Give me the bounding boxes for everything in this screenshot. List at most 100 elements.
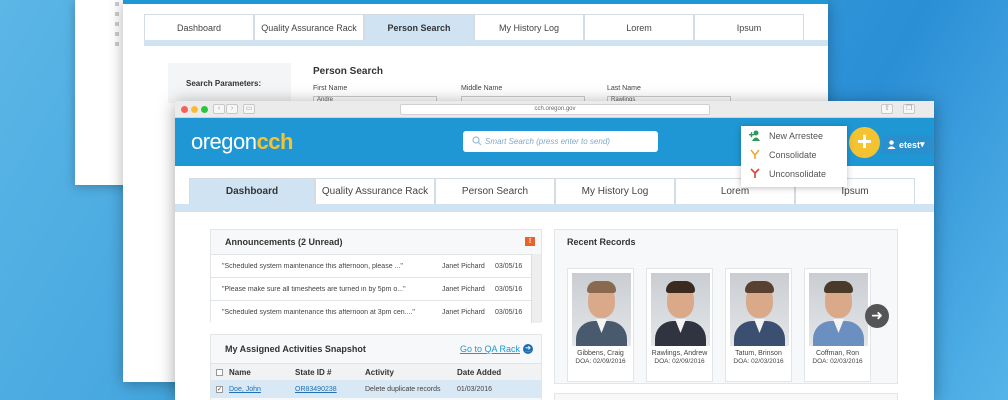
record-card[interactable]: Coffman, Ron DOA: 02/03/2016 <box>804 268 871 382</box>
activities-header: My Assigned Activities Snapshot Go to QA… <box>211 335 541 363</box>
tab-underline <box>144 40 828 46</box>
menu-item-label: Unconsolidate <box>769 168 827 179</box>
tab-quality-assurance-rack[interactable]: Quality Assurance Rack <box>254 14 364 40</box>
photo-hair <box>824 281 853 293</box>
maximize-window-button[interactable] <box>201 106 208 113</box>
user-menu[interactable]: etest ▾ <box>881 135 933 154</box>
announcement-message: "Please make sure all timesheets are tur… <box>222 285 406 293</box>
mugshot-photo <box>572 273 631 346</box>
split-icon <box>750 168 760 178</box>
list-bullet <box>115 22 119 26</box>
record-card[interactable]: Tatum, Brinson DOA: 02/03/2016 <box>725 268 792 382</box>
minimize-window-button[interactable] <box>191 106 198 113</box>
announcements-scrollbar[interactable] <box>531 254 541 323</box>
menu-item-label: New Arrestee <box>769 130 824 141</box>
announcement-row[interactable]: "Scheduled system maintenance this after… <box>211 254 531 277</box>
announcement-author: Janet Pichard <box>442 285 485 293</box>
record-doa: DOA: 02/09/2016 <box>575 358 626 365</box>
announcement-row[interactable]: "Scheduled system maintenance this after… <box>211 300 531 323</box>
column-header-state-id[interactable]: State ID # <box>295 368 365 377</box>
tab-ipsum[interactable]: Ipsum <box>694 14 804 40</box>
record-doa: DOA: 02/03/2016 <box>812 358 863 365</box>
browser-window: ‹ › ▭ cch.oregon.gov ⇧ ❐ oregoncch Smart… <box>175 101 934 400</box>
record-doa: DOA: 02/03/2016 <box>733 358 784 365</box>
oregon-cch-logo[interactable]: oregoncch <box>191 129 293 155</box>
announcement-message: "Scheduled system maintenance this after… <box>222 262 403 270</box>
menu-item-consolidate[interactable]: Consolidate <box>741 145 847 164</box>
tab-person-search[interactable]: Person Search <box>364 14 474 40</box>
menu-item-label: Consolidate <box>769 149 817 160</box>
forward-arrow-icon[interactable]: › <box>226 104 238 114</box>
column-header-activity[interactable]: Activity <box>365 368 457 377</box>
person-name-link[interactable]: Doe, John <box>229 386 261 393</box>
tab-dashboard[interactable]: Dashboard <box>144 14 254 40</box>
tab-person-search[interactable]: Person Search <box>435 178 555 204</box>
go-to-qa-rack-link[interactable]: Go to QA Rack ➜ <box>460 344 533 354</box>
record-card[interactable]: Rawlings, Andrew DOA: 02/09/2016 <box>646 268 713 382</box>
merge-icon <box>750 149 760 159</box>
announcements-header: Announcements (2 Unread) ! <box>211 230 541 254</box>
photo-hair <box>587 281 616 293</box>
tabs-icon[interactable]: ❐ <box>903 104 915 114</box>
add-button[interactable]: + <box>849 127 880 158</box>
record-doa: DOA: 02/09/2016 <box>654 358 705 365</box>
mugshot-photo <box>730 273 789 346</box>
browser-chrome: ‹ › ▭ cch.oregon.gov ⇧ ❐ <box>175 101 934 118</box>
menu-item-unconsolidate[interactable]: Unconsolidate <box>741 164 847 183</box>
panel-title: Announcements (2 Unread) <box>225 237 343 247</box>
record-card[interactable]: Gibbens, Craig DOA: 02/09/2016 <box>567 268 634 382</box>
middle-name-label: Middle Name <box>461 85 503 92</box>
tab-quality-assurance-rack[interactable]: Quality Assurance Rack <box>315 178 435 204</box>
arrow-right-icon: ➜ <box>523 344 533 354</box>
table-row[interactable]: ✓ Doe, John OR83490238 Delete duplicate … <box>211 380 541 398</box>
logo-text-oregon: oregon <box>191 129 257 154</box>
recent-records-header: Recent Records <box>555 230 897 254</box>
announcement-date: 03/05/16 <box>495 285 523 293</box>
tab-dashboard[interactable]: Dashboard <box>189 178 315 204</box>
flag-icon[interactable]: ! <box>525 237 535 246</box>
tab-my-history-log[interactable]: My History Log <box>474 14 584 40</box>
activity-cell: Delete duplicate records <box>365 385 441 393</box>
secondary-panel <box>554 393 898 400</box>
address-bar[interactable]: cch.oregon.gov <box>400 104 710 115</box>
close-window-button[interactable] <box>181 106 188 113</box>
mugshot-photo <box>651 273 710 346</box>
record-name: Coffman, Ron <box>815 350 860 357</box>
list-bullet <box>115 2 119 6</box>
tab-my-history-log[interactable]: My History Log <box>555 178 675 204</box>
username: etest <box>899 139 921 150</box>
list-bullet <box>115 32 119 36</box>
row-checkbox[interactable]: ✓ <box>216 385 223 393</box>
record-cards: Gibbens, Craig DOA: 02/09/2016 Rawlings, A… <box>567 268 883 382</box>
photo-hair <box>745 281 774 293</box>
share-icon[interactable]: ⇧ <box>881 104 893 114</box>
state-id-link[interactable]: OR83490238 <box>295 386 337 393</box>
column-header-name[interactable]: Name <box>229 368 295 377</box>
announcements-panel: Announcements (2 Unread) ! "Scheduled sy… <box>210 229 542 323</box>
next-arrow-button[interactable]: ➜ <box>865 304 889 328</box>
sidebar-icon[interactable]: ▭ <box>243 104 255 114</box>
list-bullet <box>115 12 119 16</box>
smart-search-input[interactable]: Smart Search (press enter to send) <box>463 131 658 152</box>
search-placeholder: Smart Search (press enter to send) <box>485 137 610 146</box>
back-arrow-icon[interactable]: ‹ <box>213 104 225 114</box>
mugshot-photo <box>809 273 868 346</box>
column-header-date-added[interactable]: Date Added <box>457 368 501 377</box>
record-name: Gibbens, Craig <box>577 350 624 357</box>
tab-underline <box>175 204 934 212</box>
list-bullet <box>115 42 119 46</box>
announcement-row[interactable]: "Please make sure all timesheets are tur… <box>211 277 531 300</box>
select-all-checkbox[interactable] <box>216 368 223 376</box>
back-tab-bar: Dashboard Quality Assurance Rack Person … <box>144 14 804 40</box>
announcement-date: 03/05/16 <box>495 262 523 270</box>
chevron-down-icon: ▾ <box>920 139 925 149</box>
panel-title: Recent Records <box>567 237 636 247</box>
menu-item-new-arrestee[interactable]: New Arrestee <box>741 126 847 145</box>
last-name-label: Last Name <box>607 85 641 92</box>
user-icon <box>887 140 896 149</box>
assigned-activities-panel: My Assigned Activities Snapshot Go to QA… <box>210 334 542 400</box>
tab-lorem[interactable]: Lorem <box>584 14 694 40</box>
first-name-label: First Name <box>313 85 348 92</box>
table-header: Name State ID # Activity Date Added <box>211 363 541 380</box>
recent-records-panel: Recent Records Gibbens, Craig DOA: 02/09/… <box>554 229 898 384</box>
